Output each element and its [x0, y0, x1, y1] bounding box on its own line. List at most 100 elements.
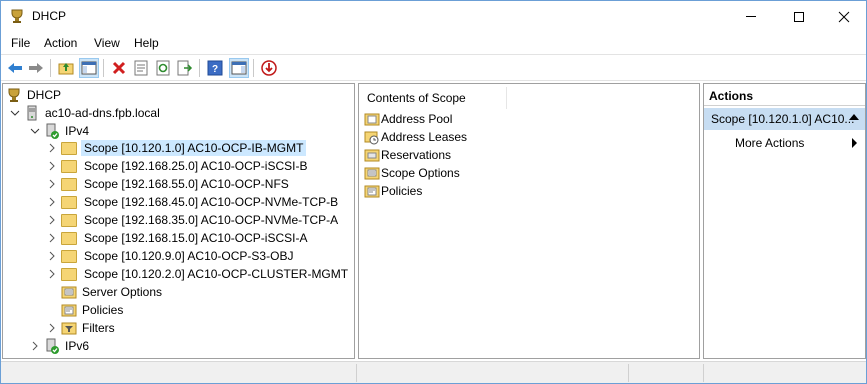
list-item[interactable]: Address Pool [364, 110, 452, 128]
chevron-right-icon[interactable] [47, 179, 57, 189]
close-button[interactable] [821, 1, 867, 32]
chevron-right-icon[interactable] [47, 251, 57, 261]
toolbar-separator [103, 59, 104, 77]
contents-column-header[interactable]: Contents of Scope [367, 91, 466, 105]
status-bar [1, 361, 866, 383]
ipv4-icon [46, 123, 59, 139]
tree-node-policies[interactable]: Policies [61, 301, 126, 319]
folder-icon [61, 268, 77, 281]
list-item-label: Address Pool [381, 112, 453, 126]
export-list-button[interactable] [175, 58, 195, 78]
actions-title: Actions [704, 84, 865, 106]
deactivate-icon [261, 60, 277, 76]
list-item-label: Scope Options [381, 166, 460, 180]
tree-label-scope: Scope [192.168.35.0] AC10-OCP-NVMe-TCP-A [84, 213, 339, 227]
tree-node-scope[interactable]: Scope [192.168.15.0] AC10-OCP-iSCSI-A [61, 229, 310, 247]
svg-text:?: ? [212, 64, 218, 75]
chevron-down-icon[interactable] [30, 126, 40, 136]
properties-button[interactable] [131, 58, 151, 78]
tree-node-server-options[interactable]: Server Options [61, 283, 165, 301]
minimize-button[interactable] [728, 1, 774, 32]
refresh-icon [156, 60, 170, 76]
tree-node-scope[interactable]: Scope [192.168.45.0] AC10-OCP-NVMe-TCP-B [61, 193, 341, 211]
tree-label-scope: Scope [10.120.2.0] AC10-OCP-CLUSTER-MGMT [84, 267, 349, 281]
list-item[interactable]: Scope Options [364, 164, 460, 182]
menu-help[interactable]: Help [134, 36, 159, 50]
policies-icon [61, 304, 77, 317]
tree-node-scope[interactable]: Scope [10.120.9.0] AC10-OCP-S3-OBJ [61, 247, 296, 265]
chevron-right-icon[interactable] [47, 197, 57, 207]
column-divider[interactable] [506, 87, 507, 109]
tree-label-server-options: Server Options [82, 285, 163, 299]
toolbar-separator [199, 59, 200, 77]
chevron-right-icon[interactable] [47, 269, 57, 279]
tree-node-ipv6[interactable]: IPv6 [44, 337, 92, 355]
folder-icon [61, 214, 77, 227]
up-one-level-button[interactable] [56, 58, 76, 78]
show-hide-console-tree-button[interactable] [79, 58, 99, 78]
tree-label-ipv4: IPv4 [65, 124, 90, 138]
tree-node-server[interactable]: ac10-ad-dns.fpb.local [24, 104, 163, 122]
close-icon [838, 11, 850, 22]
tree-node-scope[interactable]: Scope [10.120.1.0] AC10-OCP-IB-MGMT [61, 139, 307, 157]
tree-label-ipv6: IPv6 [65, 339, 90, 353]
delete-icon [112, 61, 126, 75]
tree-node-ipv4[interactable]: IPv4 [44, 122, 92, 140]
status-section [356, 364, 357, 382]
list-item-label: Reservations [381, 148, 452, 162]
tree-node-scope[interactable]: Scope [192.168.35.0] AC10-OCP-NVMe-TCP-A [61, 211, 341, 229]
chevron-down-icon[interactable] [10, 108, 20, 118]
submenu-arrow-icon[interactable] [852, 138, 857, 148]
filters-icon [61, 322, 77, 335]
actions-scope-label: Scope [10.120.1.0] AC10... [711, 112, 855, 126]
reservations-icon [364, 149, 380, 162]
dhcp-window: DHCP File Action View Help ? DHCP ac10-a… [0, 0, 867, 384]
chevron-right-icon[interactable] [47, 323, 57, 333]
menu-action[interactable]: Action [44, 36, 77, 50]
refresh-button[interactable] [153, 58, 173, 78]
menu-view[interactable]: View [94, 36, 120, 50]
tree-node-scope[interactable]: Scope [192.168.55.0] AC10-OCP-NFS [61, 175, 292, 193]
forward-button[interactable] [26, 58, 46, 78]
policies-icon [364, 185, 380, 198]
chevron-right-icon[interactable] [47, 233, 57, 243]
help-icon: ? [207, 60, 223, 76]
chevron-right-icon[interactable] [47, 143, 57, 153]
more-actions-link[interactable]: More Actions [735, 136, 804, 150]
back-button[interactable] [5, 58, 25, 78]
tree-node-scope[interactable]: Scope [192.168.25.0] AC10-OCP-iSCSI-B [61, 157, 310, 175]
folder-icon [61, 142, 77, 155]
help-button[interactable]: ? [205, 58, 225, 78]
chevron-right-icon[interactable] [47, 161, 57, 171]
tree-label-filters: Filters [82, 321, 115, 335]
tree-label-server: ac10-ad-dns.fpb.local [45, 106, 160, 120]
folder-icon [61, 160, 77, 173]
toolbar-separator [50, 59, 51, 77]
tree-label-scope: Scope [10.120.1.0] AC10-OCP-IB-MGMT [81, 140, 307, 156]
chevron-right-icon[interactable] [47, 215, 57, 225]
list-item[interactable]: Reservations [364, 146, 451, 164]
chevron-right-icon[interactable] [30, 341, 40, 351]
export-list-icon [177, 60, 193, 76]
tree-node-filters[interactable]: Filters [61, 319, 118, 337]
menu-file[interactable]: File [11, 36, 30, 50]
up-folder-icon [58, 63, 74, 75]
list-item-label: Policies [381, 184, 423, 198]
show-hide-console-tree-icon [81, 61, 97, 75]
delete-button[interactable] [109, 58, 129, 78]
actions-scope-header[interactable]: Scope [10.120.1.0] AC10... [704, 108, 865, 130]
server-icon [27, 105, 37, 121]
toolbar-separator [253, 59, 254, 77]
tree-node-scope[interactable]: Scope [10.120.2.0] AC10-OCP-CLUSTER-MGMT [61, 265, 351, 283]
console-tree-pane[interactable]: DHCP ac10-ad-dns.fpb.local IPv4 Scope [1… [2, 83, 355, 359]
deactivate-button[interactable] [259, 58, 279, 78]
window-title: DHCP [32, 9, 67, 23]
list-item[interactable]: Address Leases [364, 128, 467, 146]
list-item-label: Address Leases [381, 130, 468, 144]
list-item[interactable]: Policies [364, 182, 422, 200]
collapse-icon[interactable] [849, 114, 859, 120]
contents-pane[interactable]: Contents of Scope Address Pool Address L… [358, 83, 700, 359]
tree-node-dhcp[interactable]: DHCP [6, 86, 64, 104]
show-action-pane-button[interactable] [229, 58, 249, 78]
maximize-button[interactable] [776, 1, 822, 32]
